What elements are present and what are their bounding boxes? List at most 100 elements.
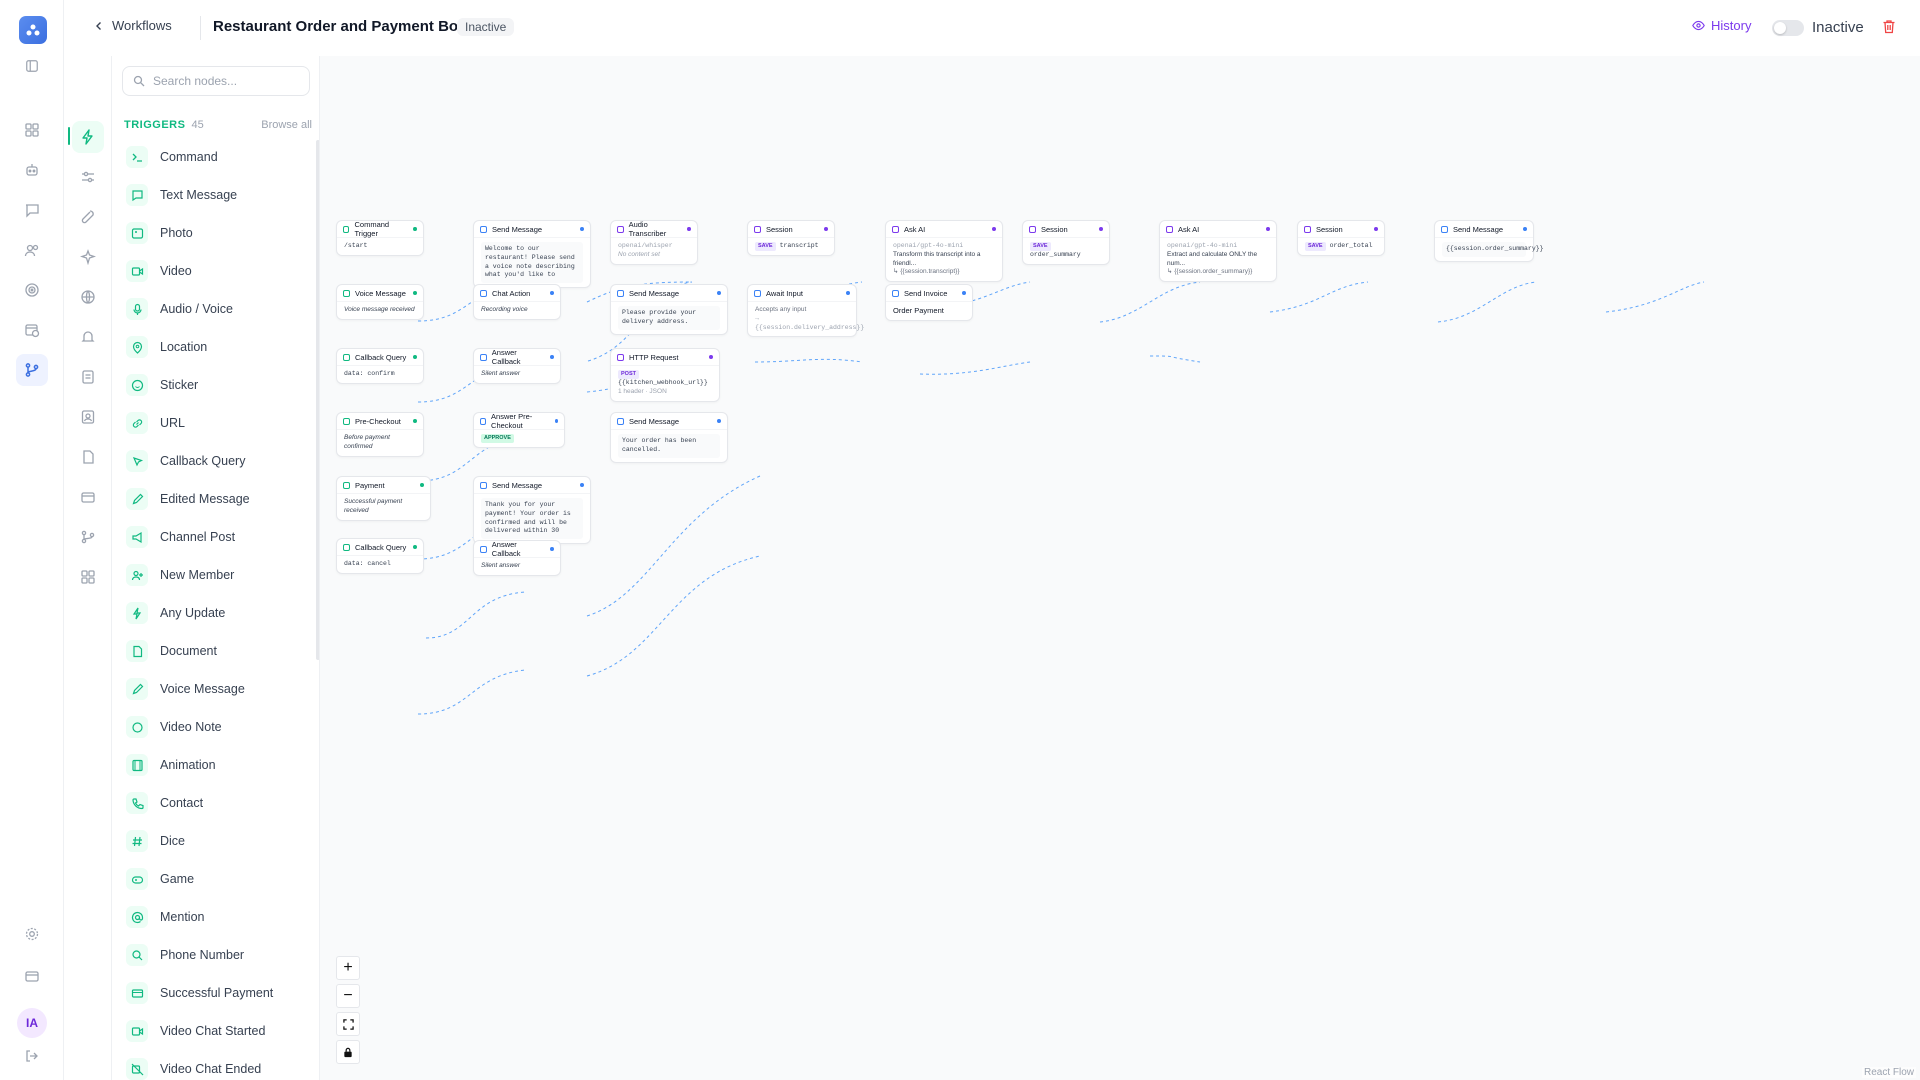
node-tag: APPROVE — [481, 434, 514, 444]
trigger-item-callback-query[interactable]: Callback Query — [122, 442, 312, 480]
category-filters-icon[interactable] — [72, 161, 104, 193]
workflow-node-command-trigger[interactable]: Command Trigger/start — [336, 220, 424, 256]
workflow-node-callback-query[interactable]: Callback Query data: confirm — [336, 348, 424, 384]
user-avatar[interactable]: IA — [17, 1008, 47, 1038]
trigger-item-audio-voice[interactable]: Audio / Voice — [122, 290, 312, 328]
node-type-icon — [480, 353, 487, 361]
trigger-item-video-chat-ended[interactable]: Video Chat Ended — [122, 1050, 312, 1080]
back-to-workflows-link[interactable]: Workflows — [94, 18, 172, 33]
workflow-node-send-message[interactable]: Send Message Welcome to our restaurant! P… — [473, 220, 591, 289]
browse-all-link[interactable]: Browse all — [261, 119, 312, 131]
workflow-node-send-message[interactable]: Send Message Please provide your delivery… — [610, 284, 728, 335]
trigger-item-label: Callback Query — [160, 454, 246, 468]
trigger-item-url[interactable]: URL — [122, 404, 312, 442]
category-ai-icon[interactable] — [72, 241, 104, 273]
workflow-node-send-invoice[interactable]: Send Invoice Order Payment — [885, 284, 973, 322]
workflow-node-answer-callback[interactable]: Answer Callback Silent answer — [473, 348, 561, 384]
logout-icon[interactable] — [16, 1040, 48, 1072]
category-content-icon[interactable] — [72, 361, 104, 393]
workflow-header: Workflows Restaurant Order and Payment B… — [64, 0, 1920, 56]
active-toggle[interactable] — [1772, 20, 1804, 36]
dashboard-icon[interactable] — [16, 114, 48, 146]
workflow-node-send-message[interactable]: Send Message {{session.order_summary}} — [1434, 220, 1544, 262]
trigger-item-text-message[interactable]: Text Message — [122, 176, 312, 214]
workflow-node-send-message[interactable]: Send Message Thank you for your payment! … — [473, 476, 591, 545]
trigger-item-document[interactable]: Document — [122, 632, 312, 670]
workflow-node-pre-checkout[interactable]: Pre-Checkout Before payment confirmed — [336, 412, 424, 457]
history-button[interactable]: History — [1692, 18, 1751, 33]
trigger-item-location[interactable]: Location — [122, 328, 312, 366]
delete-workflow-button[interactable] — [1882, 19, 1896, 39]
users-icon[interactable] — [16, 234, 48, 266]
calendar-clock-icon[interactable] — [16, 314, 48, 346]
category-payments-icon[interactable] — [72, 481, 104, 513]
category-web-icon[interactable] — [72, 281, 104, 313]
workflow-node-ask-ai[interactable]: Ask AI openai/gpt-4o-mini Transform this t… — [885, 220, 1003, 283]
trigger-item-photo[interactable]: Photo — [122, 214, 312, 252]
category-contacts-icon[interactable] — [72, 401, 104, 433]
trigger-item-video[interactable]: Video — [122, 252, 312, 290]
trigger-item-video-note[interactable]: Video Note — [122, 708, 312, 746]
workflow-node-session[interactable]: Session SAVEorder_summary — [1022, 220, 1110, 266]
workflow-canvas[interactable]: Command Trigger/start Voice Message Voice … — [320, 56, 1920, 1080]
node-message: Thank you for your payment! Your order i… — [481, 498, 583, 540]
target-icon[interactable] — [16, 274, 48, 306]
trigger-item-voice-message[interactable]: Voice Message — [122, 670, 312, 708]
workflow-node-voice-message[interactable]: Voice Message Voice message received — [336, 284, 424, 320]
search-input[interactable] — [153, 74, 303, 88]
node-body: /start — [344, 242, 368, 249]
workflow-node-ask-ai[interactable]: Ask AI openai/gpt-4o-mini Extract and calc… — [1159, 220, 1277, 283]
settings-icon[interactable] — [16, 918, 48, 950]
trigger-item-animation[interactable]: Animation — [122, 746, 312, 784]
node-type-icon — [1441, 225, 1448, 233]
zoom-out-button[interactable]: − — [336, 984, 360, 1008]
billing-card-icon[interactable] — [16, 960, 48, 992]
trigger-item-any-update[interactable]: Any Update — [122, 594, 312, 632]
node-body: Accepts any input — [755, 306, 807, 313]
workflow-node-http-request[interactable]: HTTP Request POST{{kitchen_webhook_url}} 1… — [610, 348, 720, 402]
category-tools-icon[interactable] — [72, 201, 104, 233]
trigger-item-video-chat-started[interactable]: Video Chat Started — [122, 1012, 312, 1050]
trigger-item-game[interactable]: Game — [122, 860, 312, 898]
category-notifications-icon[interactable] — [72, 321, 104, 353]
trigger-item-phone-number[interactable]: Phone Number — [122, 936, 312, 974]
workflow-node-await-input[interactable]: Await Input Accepts any input → {{session.… — [747, 284, 864, 338]
node-variable: order_summary — [1030, 251, 1081, 259]
trigger-item-sticker[interactable]: Sticker — [122, 366, 312, 404]
trigger-item-successful-payment[interactable]: Successful Payment — [122, 974, 312, 1012]
workflow-node-session[interactable]: Session SAVE order_total — [1297, 220, 1385, 257]
lock-button[interactable] — [336, 1040, 360, 1064]
trigger-item-edited-message[interactable]: Edited Message — [122, 480, 312, 518]
workflow-node-chat-action[interactable]: Chat Action Recording voice — [473, 284, 561, 320]
workflows-icon[interactable] — [16, 354, 48, 386]
trigger-item-mention[interactable]: Mention — [122, 898, 312, 936]
workflow-node-payment[interactable]: Payment Successful payment received — [336, 476, 431, 521]
workflow-title[interactable]: Restaurant Order and Payment Bot — [213, 18, 463, 35]
category-flow-icon[interactable] — [72, 521, 104, 553]
workflow-node-answer-callback[interactable]: Answer Callback Silent answer — [473, 540, 561, 576]
fit-view-button[interactable] — [336, 1012, 360, 1036]
category-documents-icon[interactable] — [72, 441, 104, 473]
trigger-item-new-member[interactable]: New Member — [122, 556, 312, 594]
search-box[interactable] — [122, 66, 310, 96]
edge — [1437, 281, 1537, 323]
category-triggers-icon[interactable] — [72, 121, 104, 153]
node-header: Chat Action — [474, 285, 560, 302]
workflow-node-send-message[interactable]: Send Message Your order has been cancelle… — [610, 412, 728, 463]
workflow-node-audio-transcriber[interactable]: Audio Transcriber openai/whisper No conten… — [610, 220, 698, 265]
zoom-in-button[interactable]: + — [336, 956, 360, 980]
workflow-node-answer-pre-checkout[interactable]: Answer Pre-Checkout APPROVE — [473, 412, 565, 449]
trigger-item-command[interactable]: Command — [122, 138, 312, 176]
trigger-item-dice[interactable]: Dice — [122, 822, 312, 860]
bot-icon[interactable] — [16, 154, 48, 186]
sidebar-toggle-icon[interactable] — [16, 50, 48, 82]
category-apps-icon[interactable] — [72, 561, 104, 593]
react-flow-attribution[interactable]: React Flow — [1861, 1067, 1916, 1078]
edge — [1149, 355, 1201, 363]
trigger-item-channel-post[interactable]: Channel Post — [122, 518, 312, 556]
chat-icon[interactable] — [16, 194, 48, 226]
app-logo-icon[interactable] — [19, 16, 47, 44]
workflow-node-callback-query[interactable]: Callback Query data: cancel — [336, 538, 424, 574]
trigger-item-contact[interactable]: Contact — [122, 784, 312, 822]
workflow-node-session[interactable]: Session SAVE transcript — [747, 220, 835, 257]
